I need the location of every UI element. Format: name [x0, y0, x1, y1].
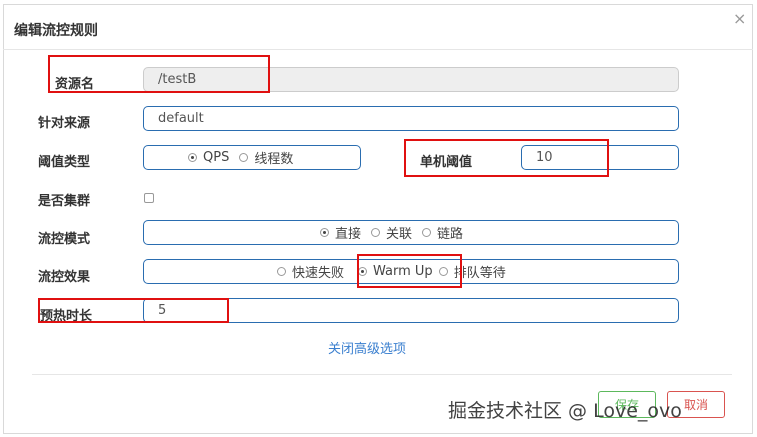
highlight-box-resource: [48, 55, 270, 93]
dialog-title: 编辑流控规则: [14, 23, 98, 39]
radio-threads[interactable]: 线程数: [239, 148, 293, 167]
radio-chain-dot[interactable]: [422, 228, 432, 237]
radio-chain-label: 链路: [437, 227, 464, 242]
effect-label: 流控效果: [38, 270, 91, 285]
radio-relate-dot[interactable]: [371, 228, 381, 237]
highlight-box-threshold: [404, 139, 609, 177]
toggle-advanced-link[interactable]: 关闭高级选项: [328, 338, 406, 357]
radio-direct-label: 直接: [335, 227, 362, 242]
radio-relate-label: 关联: [386, 227, 413, 242]
watermark-text: 掘金技术社区 @ Love_ovo: [448, 400, 682, 422]
mode-label: 流控模式: [38, 232, 91, 247]
radio-fast-fail-label: 快速失败: [292, 266, 345, 281]
origin-input[interactable]: default: [143, 106, 679, 131]
header-divider: [3, 49, 753, 50]
origin-label: 针对来源: [38, 116, 91, 131]
radio-qps-dot[interactable]: [188, 153, 197, 162]
radio-fast-fail[interactable]: 快速失败: [277, 262, 344, 281]
cancel-button-label: 取消: [683, 398, 708, 412]
cluster-label: 是否集群: [38, 194, 91, 209]
cluster-checkbox[interactable]: [144, 193, 154, 203]
radio-threads-label: 线程数: [254, 152, 294, 167]
radio-direct[interactable]: 直接: [320, 223, 361, 242]
radio-fast-fail-dot[interactable]: [277, 267, 286, 276]
highlight-box-warmup: [38, 298, 229, 323]
threshold-type-group: QPS 线程数: [143, 145, 361, 170]
highlight-box-warmup-option: [357, 254, 462, 288]
footer-divider: [32, 374, 732, 375]
close-icon[interactable]: ×: [733, 9, 746, 28]
radio-qps[interactable]: QPS: [188, 150, 229, 165]
radio-chain[interactable]: 链路: [422, 223, 463, 242]
radio-direct-dot[interactable]: [320, 228, 329, 237]
mode-group: 直接 关联 链路: [143, 220, 679, 245]
radio-qps-label: QPS: [203, 150, 230, 165]
radio-relate[interactable]: 关联: [371, 223, 412, 242]
origin-value: default: [158, 111, 204, 126]
threshold-type-label: 阈值类型: [38, 155, 91, 170]
radio-threads-dot[interactable]: [239, 153, 249, 162]
